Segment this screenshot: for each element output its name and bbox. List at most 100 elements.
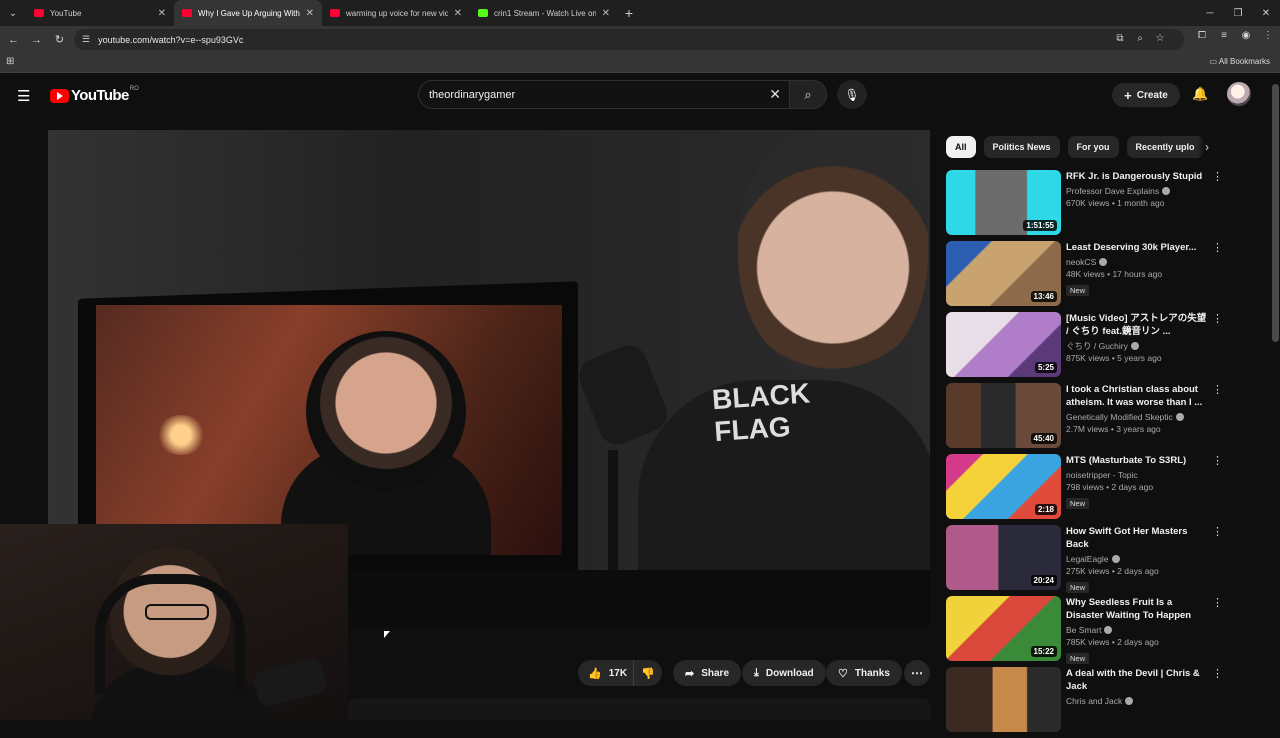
media-controls-icon[interactable]: ≡	[1218, 30, 1230, 41]
reload-icon[interactable]: ↻	[48, 28, 71, 51]
chip-for-you[interactable]: For you	[1067, 136, 1119, 158]
kebab-menu-icon[interactable]: ⋮	[1212, 385, 1223, 396]
video-title[interactable]: I took a Christian class about atheism. …	[1066, 383, 1208, 409]
minimize-icon[interactable]: ─	[1196, 0, 1224, 26]
video-title[interactable]: Least Deserving 30k Player...	[1066, 241, 1208, 254]
account-avatar[interactable]	[1227, 82, 1251, 106]
omnibox[interactable]: ☰ youtube.com/watch?v=e--spu93GVc ⧉ ⌕ ☆	[74, 29, 1184, 50]
kebab-menu-icon[interactable]: ⋮	[1212, 314, 1223, 325]
list-item[interactable]: 13:46 Least Deserving 30k Player... neok…	[946, 241, 1230, 312]
list-item[interactable]: 5:25 [Music Video] アストレアの失望 / ぐちり feat.鏡…	[946, 312, 1230, 383]
all-bookmarks-button[interactable]: ▭ All Bookmarks	[1210, 57, 1270, 66]
close-window-icon[interactable]: ✕	[1252, 0, 1280, 26]
video-thumbnail[interactable]: 15:22	[946, 596, 1061, 661]
channel-name[interactable]: neokCS	[1066, 257, 1096, 267]
kebab-menu-icon[interactable]: ⋮	[1212, 456, 1223, 467]
more-actions-button[interactable]: ⋯	[904, 660, 930, 686]
close-tab-icon[interactable]: ✕	[158, 8, 166, 19]
video-title[interactable]: RFK Jr. is Dangerously Stupid	[1066, 170, 1208, 183]
region-code: RO	[129, 85, 139, 92]
close-tab-icon[interactable]: ✕	[306, 8, 314, 19]
back-icon[interactable]: ←	[2, 28, 25, 51]
youtube-play-icon	[50, 88, 69, 103]
close-tab-icon[interactable]: ✕	[454, 8, 462, 19]
apps-grid-icon[interactable]: ⊞	[6, 56, 14, 67]
new-tab-button[interactable]: +	[618, 5, 640, 21]
restore-icon[interactable]: ❐	[1224, 0, 1252, 26]
share-button[interactable]: ➦ Share	[673, 660, 742, 686]
kebab-menu-icon[interactable]: ⋮	[1212, 669, 1223, 680]
create-button[interactable]: + Create	[1112, 83, 1180, 107]
kebab-menu-icon[interactable]: ⋮	[1212, 243, 1223, 254]
extensions-icon[interactable]: ⧠	[1196, 30, 1208, 41]
bookmark-star-icon[interactable]: ☆	[1154, 33, 1166, 44]
video-title[interactable]: [Music Video] アストレアの失望 / ぐちり feat.鏡音リン .…	[1066, 312, 1208, 338]
channel-name[interactable]: LegalEagle	[1066, 554, 1109, 564]
forward-icon[interactable]: →	[25, 28, 48, 51]
tab-search-icon[interactable]: ⌄	[0, 0, 26, 26]
dislike-button[interactable]: 👎	[634, 667, 662, 680]
list-item[interactable]: 2:18 MTS (Masturbate To S3RL) noisetripp…	[946, 454, 1230, 525]
video-thumbnail[interactable]: 5:25	[946, 312, 1061, 377]
download-button[interactable]: ⤓ Download	[742, 660, 826, 686]
list-item[interactable]: 15:22 Why Seedless Fruit Is a Disaster W…	[946, 596, 1230, 667]
search-button[interactable]: ⌕	[789, 80, 827, 109]
chip-politics-news[interactable]: Politics News	[983, 136, 1060, 158]
channel-name[interactable]: Be Smart	[1066, 625, 1101, 635]
video-title[interactable]: A deal with the Devil | Chris & Jack	[1066, 667, 1208, 693]
page-scrollbar[interactable]	[1272, 84, 1279, 342]
channel-name[interactable]: ぐちり / Guchiry	[1066, 341, 1128, 351]
thanks-button[interactable]: ♡ Thanks	[826, 660, 902, 686]
notifications-bell-icon[interactable]: 🔔	[1192, 86, 1208, 102]
video-title[interactable]: MTS (Masturbate To S3RL)	[1066, 454, 1208, 467]
browser-tab-warming-up[interactable]: warming up voice for new vide ✕	[322, 0, 470, 26]
video-thumbnail[interactable]: 45:40	[946, 383, 1061, 448]
channel-name[interactable]: noisetripper - Topic	[1066, 470, 1138, 480]
chip-all[interactable]: All	[946, 136, 976, 158]
new-badge: New	[1066, 498, 1090, 509]
video-thumbnail[interactable]: 1:51:55	[946, 170, 1061, 235]
browser-tab-youtube[interactable]: YouTube ✕	[26, 0, 174, 26]
kebab-menu-icon[interactable]: ⋮	[1212, 527, 1223, 538]
tab-title: crin1 Stream - Watch Live on K	[494, 8, 596, 18]
new-badge: New	[1066, 653, 1090, 664]
like-count: 17K	[608, 667, 628, 679]
like-button[interactable]: 👍 17K	[578, 660, 634, 686]
zoom-icon[interactable]: ⌕	[1134, 33, 1146, 44]
site-info-icon[interactable]: ☰	[82, 34, 90, 45]
channel-name[interactable]: Chris and Jack	[1066, 696, 1122, 706]
list-item[interactable]: A deal with the Devil | Chris & Jack Chr…	[946, 667, 1230, 738]
menu-kebab-icon[interactable]: ⋮	[1262, 30, 1274, 41]
clear-search-icon[interactable]: ✕	[769, 86, 781, 103]
browser-tab-kick[interactable]: crin1 Stream - Watch Live on K ✕	[470, 0, 618, 26]
youtube-logo[interactable]: YouTube RO	[50, 85, 139, 104]
kebab-menu-icon[interactable]: ⋮	[1212, 172, 1223, 183]
search-box[interactable]: ✕	[418, 80, 790, 109]
list-item[interactable]: 45:40 I took a Christian class about ath…	[946, 383, 1230, 454]
search-input[interactable]	[429, 87, 749, 103]
video-title[interactable]: Why Seedless Fruit Is a Disaster Waiting…	[1066, 596, 1208, 622]
channel-name[interactable]: Genetically Modified Skeptic	[1066, 412, 1173, 422]
url-text[interactable]: youtube.com/watch?v=e--spu93GVc	[98, 35, 243, 45]
profile-icon[interactable]: ◉	[1240, 30, 1252, 41]
list-item[interactable]: 1:51:55 RFK Jr. is Dangerously Stupid Pr…	[946, 170, 1230, 241]
hamburger-menu-icon[interactable]: ☰	[17, 87, 30, 105]
chevron-right-icon[interactable]: ›	[1198, 138, 1216, 156]
video-thumbnail[interactable]: 20:24	[946, 525, 1061, 590]
chip-recently-uploaded[interactable]: Recently uplo	[1126, 136, 1204, 158]
channel-name[interactable]: Professor Dave Explains	[1066, 186, 1159, 196]
voice-search-button[interactable]: 🎙	[837, 80, 867, 109]
video-thumbnail[interactable]: 2:18	[946, 454, 1061, 519]
webcam-overlay	[0, 524, 348, 720]
browser-tab-active[interactable]: Why I Gave Up Arguing With th ✕	[174, 0, 322, 26]
channel-line: Professor Dave Explains	[1066, 185, 1208, 197]
install-app-icon[interactable]: ⧉	[1114, 33, 1126, 44]
channel-line: noisetripper - Topic	[1066, 469, 1208, 481]
video-thumbnail[interactable]: 13:46	[946, 241, 1061, 306]
new-badge: New	[1066, 285, 1090, 296]
video-thumbnail[interactable]	[946, 667, 1061, 732]
video-title[interactable]: How Swift Got Her Masters Back	[1066, 525, 1208, 551]
close-tab-icon[interactable]: ✕	[602, 8, 610, 19]
list-item[interactable]: 20:24 How Swift Got Her Masters Back Leg…	[946, 525, 1230, 596]
kebab-menu-icon[interactable]: ⋮	[1212, 598, 1223, 609]
